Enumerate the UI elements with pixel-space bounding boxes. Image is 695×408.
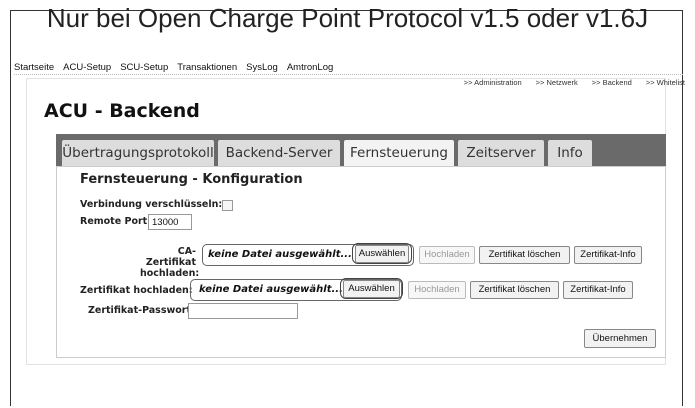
ca-cert-label-line2: hochladen: bbox=[140, 268, 200, 279]
cert-info-button[interactable]: Zertifikat-Info bbox=[563, 281, 633, 299]
ca-file-status: keine Datei ausgewählt... bbox=[208, 249, 352, 260]
cert-password-input[interactable] bbox=[188, 303, 298, 319]
sub-nav-administration[interactable]: >> Administration bbox=[464, 78, 522, 87]
ca-cert-info-button[interactable]: Zertifikat-Info bbox=[574, 246, 642, 264]
ca-cert-label: CA-Zertifikat hochladen: bbox=[140, 246, 200, 279]
sub-nav-backend[interactable]: >> Backend bbox=[592, 78, 632, 87]
nav-item-transaktionen[interactable]: Transaktionen bbox=[177, 62, 237, 73]
page-title: ACU - Backend bbox=[44, 100, 200, 122]
remote-port-input[interactable] bbox=[148, 214, 192, 230]
sub-nav: >> Administration >> Netzwerk >> Backend… bbox=[464, 78, 685, 87]
ca-choose-button[interactable]: Auswählen bbox=[355, 245, 409, 263]
cert-upload-label: Zertifikat hochladen: bbox=[80, 285, 193, 296]
sub-nav-netzwerk[interactable]: >> Netzwerk bbox=[536, 78, 578, 87]
document-title: Nur bei Open Charge Point Protocol v1.5 … bbox=[46, 3, 649, 33]
ca-upload-button[interactable]: Hochladen bbox=[419, 246, 475, 264]
encrypt-label: Verbindung verschlüsseln: bbox=[80, 199, 223, 210]
section-title: Fernsteuerung - Konfiguration bbox=[80, 172, 303, 187]
cert-file-status: keine Datei ausgewählt... bbox=[199, 284, 343, 295]
tab-info[interactable]: Info bbox=[548, 140, 592, 166]
nav-item-startseite[interactable]: Startseite bbox=[14, 62, 54, 73]
sub-nav-whitelist[interactable]: >> Whitelist bbox=[646, 78, 685, 87]
tab-fernsteuerung[interactable]: Fernsteuerung bbox=[344, 140, 454, 166]
nav-item-acu-setup[interactable]: ACU-Setup bbox=[63, 62, 111, 73]
tab-backend-server[interactable]: Backend-Server bbox=[218, 140, 340, 166]
cert-upload-button[interactable]: Hochladen bbox=[408, 281, 466, 299]
tab-zeitserver[interactable]: Zeitserver bbox=[458, 140, 544, 166]
tab-bar: Übertragungsprotokoll Backend-Server Fer… bbox=[56, 134, 666, 166]
encrypt-checkbox[interactable] bbox=[222, 200, 233, 211]
apply-button[interactable]: Übernehmen bbox=[584, 329, 656, 348]
nav-item-amtronlog[interactable]: AmtronLog bbox=[287, 62, 333, 73]
nav-item-scu-setup[interactable]: SCU-Setup bbox=[120, 62, 168, 73]
tab-uebertragungsprotokoll[interactable]: Übertragungsprotokoll bbox=[62, 140, 214, 166]
nav-item-syslog[interactable]: SysLog bbox=[246, 62, 278, 73]
port-label: Remote Port: bbox=[80, 216, 151, 227]
ca-cert-label-line1: CA-Zertifikat bbox=[145, 246, 196, 268]
ca-delete-cert-button[interactable]: Zertifikat löschen bbox=[479, 246, 570, 264]
main-nav: Startseite ACU-Setup SCU-Setup Transakti… bbox=[14, 62, 333, 73]
cert-delete-button[interactable]: Zertifikat löschen bbox=[470, 281, 559, 299]
cert-choose-button[interactable]: Auswählen bbox=[343, 280, 400, 298]
nav-divider bbox=[14, 74, 683, 75]
cert-password-label: Zertifikat-Passwort: bbox=[88, 305, 195, 316]
